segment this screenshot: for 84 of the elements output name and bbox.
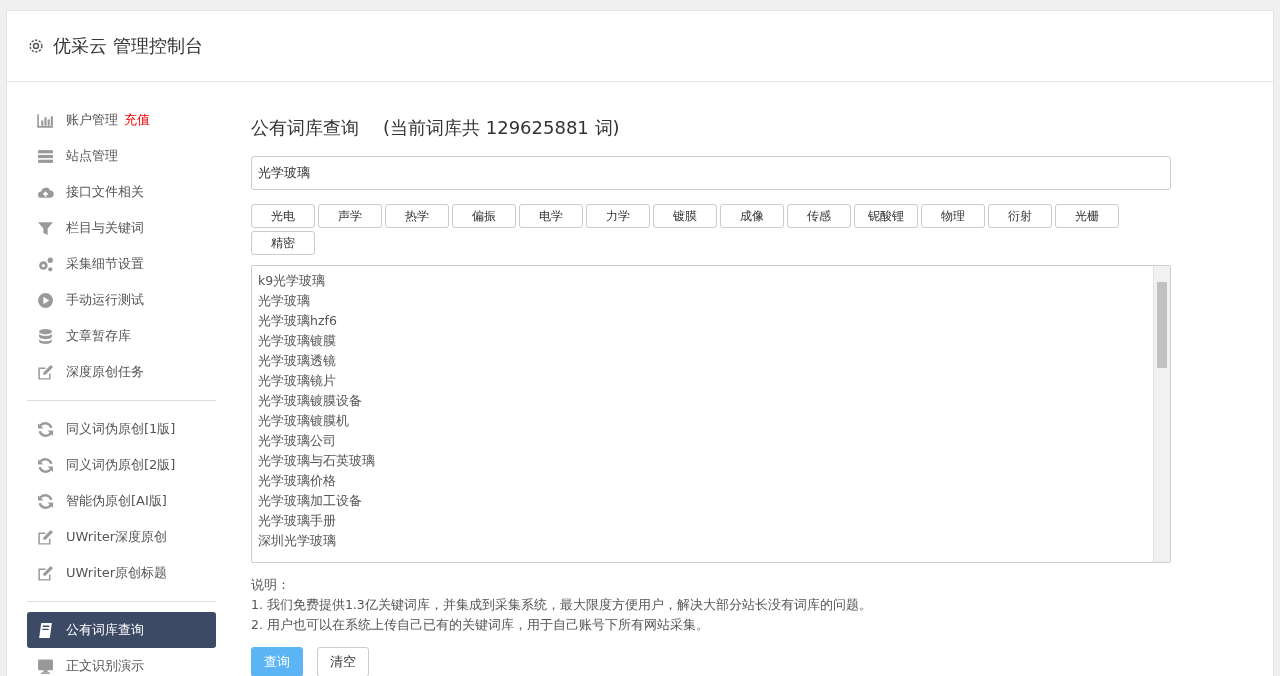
keyword-tag[interactable]: 力学 (586, 204, 650, 228)
word-count: (当前词库共 129625881 词) (383, 116, 620, 140)
sidebar-item[interactable]: UWriter原创标题 (27, 555, 216, 591)
note-line: 2. 用户也可以在系统上传自己已有的关键词库，用于自己账号下所有网站采集。 (251, 616, 710, 634)
result-line: 光学玻璃镀膜 (258, 332, 337, 350)
result-line: 光学玻璃镀膜机 (258, 412, 350, 430)
database-icon (37, 327, 54, 345)
sidebar-label: 智能伪原创[AI版] (66, 492, 167, 510)
console-title: 优采云 管理控制台 (53, 34, 203, 58)
sidebar-item[interactable]: 智能伪原创[AI版] (27, 483, 216, 519)
keyword-tag[interactable]: 物理 (921, 204, 985, 228)
server-icon (37, 147, 54, 165)
result-line: 光学玻璃与石英玻璃 (258, 452, 376, 470)
result-line: 光学玻璃价格 (258, 472, 337, 490)
sidebar-item[interactable]: 栏目与关键词 (27, 210, 216, 246)
sidebar-label: 公有词库查询 (66, 621, 144, 639)
result-line: 光学玻璃透镜 (258, 352, 337, 370)
notes-title: 说明： (251, 576, 291, 594)
sidebar-label: 文章暂存库 (66, 327, 131, 345)
sidebar-item[interactable]: 文章暂存库 (27, 318, 216, 354)
keyword-tag[interactable]: 热学 (385, 204, 449, 228)
sidebar-item[interactable]: 站点管理 (27, 138, 216, 174)
sidebar-item[interactable]: 正文识别演示 (27, 648, 216, 676)
results-box[interactable]: k9光学玻璃 光学玻璃 光学玻璃hzf6 光学玻璃镀膜 光学玻璃透镜 光学玻璃镜片 光学玻璃镀膜设备 光学玻璃镀膜机 光学玻璃公司 光学玻璃与石英玻璃 光学玻璃价格 光学玻璃加工设备 光学玻璃手册 深圳光学玻璃 (251, 265, 1171, 563)
sidebar-label: 站点管理 (66, 147, 118, 165)
filter-icon (37, 219, 54, 237)
edit-icon (37, 363, 54, 381)
sidebar-label: UWriter深度原创 (66, 528, 168, 546)
result-line: 光学玻璃公司 (258, 432, 337, 450)
result-line: 光学玻璃 (258, 292, 311, 310)
sidebar-label: 手动运行测试 (66, 291, 144, 309)
keyword-tag[interactable]: 声学 (318, 204, 382, 228)
sidebar-label: 采集细节设置 (66, 255, 144, 273)
play-icon (37, 291, 54, 309)
page-title: 公有词库查询 (251, 116, 359, 140)
book-icon (37, 621, 54, 639)
sidebar-item[interactable]: 深度原创任务 (27, 354, 216, 390)
result-line: 深圳光学玻璃 (258, 532, 337, 550)
sidebar-item[interactable]: 公有词库查询 (27, 612, 216, 648)
clear-button[interactable]: 清空 (317, 647, 369, 676)
search-field[interactable]: 光学玻璃 (251, 156, 1171, 190)
sidebar-item[interactable]: 同义词伪原创[2版] (27, 447, 216, 483)
result-line: 光学玻璃hzf6 (258, 312, 338, 330)
sidebar-label: 同义词伪原创[2版] (66, 456, 176, 474)
sidebar-label: 接口文件相关 (66, 183, 144, 201)
settings-icon (27, 37, 45, 55)
keyword-tag[interactable]: 衍射 (988, 204, 1052, 228)
sidebar-label: 同义词伪原创[1版] (66, 420, 176, 438)
sidebar-item[interactable]: UWriter深度原创 (27, 519, 216, 555)
sidebar-label: 账户管理 (66, 111, 118, 129)
sidebar-label: UWriter原创标题 (66, 564, 168, 582)
sidebar-label: 栏目与关键词 (66, 219, 144, 237)
sidebar-label: 深度原创任务 (66, 363, 144, 381)
keyword-tag[interactable]: 光栅 (1055, 204, 1119, 228)
keyword-tag[interactable]: 成像 (720, 204, 784, 228)
sidebar-item[interactable]: 接口文件相关 (27, 174, 216, 210)
sync-icon (37, 456, 54, 474)
keyword-tag[interactable]: 光电 (251, 204, 315, 228)
edit-icon (37, 564, 54, 582)
sync-icon (37, 420, 54, 438)
gears-icon (37, 255, 54, 273)
keyword-tag[interactable]: 电学 (519, 204, 583, 228)
keyword-tag[interactable]: 镀膜 (653, 204, 717, 228)
recharge-link[interactable]: 充值 (124, 111, 150, 129)
scrollbar-thumb[interactable] (1157, 282, 1167, 368)
result-line: k9光学玻璃 (258, 272, 327, 290)
result-line: 光学玻璃镀膜设备 (258, 392, 363, 410)
monitor-icon (37, 657, 54, 675)
keyword-tag[interactable]: 偏振 (452, 204, 516, 228)
sidebar-item[interactable]: 采集细节设置 (27, 246, 216, 282)
sidebar-item[interactable]: 手动运行测试 (27, 282, 216, 318)
chart-icon (37, 111, 54, 129)
sidebar-item[interactable]: 账户管理 充值 (27, 102, 216, 138)
note-line: 1. 我们免费提供1.3亿关键词库，并集成到采集系统，最大限度方便用户，解决大部分站长没有词库的问题。 (251, 596, 873, 614)
edit-icon (37, 528, 54, 546)
result-line: 光学玻璃手册 (258, 512, 337, 530)
result-line: 光学玻璃镜片 (258, 372, 337, 390)
sync-icon (37, 492, 54, 510)
keyword-tag[interactable]: 传感 (787, 204, 851, 228)
sidebar-label: 正文识别演示 (66, 657, 144, 675)
keyword-tag[interactable]: 铌酸锂 (854, 204, 918, 228)
keyword-tag[interactable]: 精密 (251, 231, 315, 255)
result-line: 光学玻璃加工设备 (258, 492, 363, 510)
sidebar-item[interactable]: 同义词伪原创[1版] (27, 411, 216, 447)
